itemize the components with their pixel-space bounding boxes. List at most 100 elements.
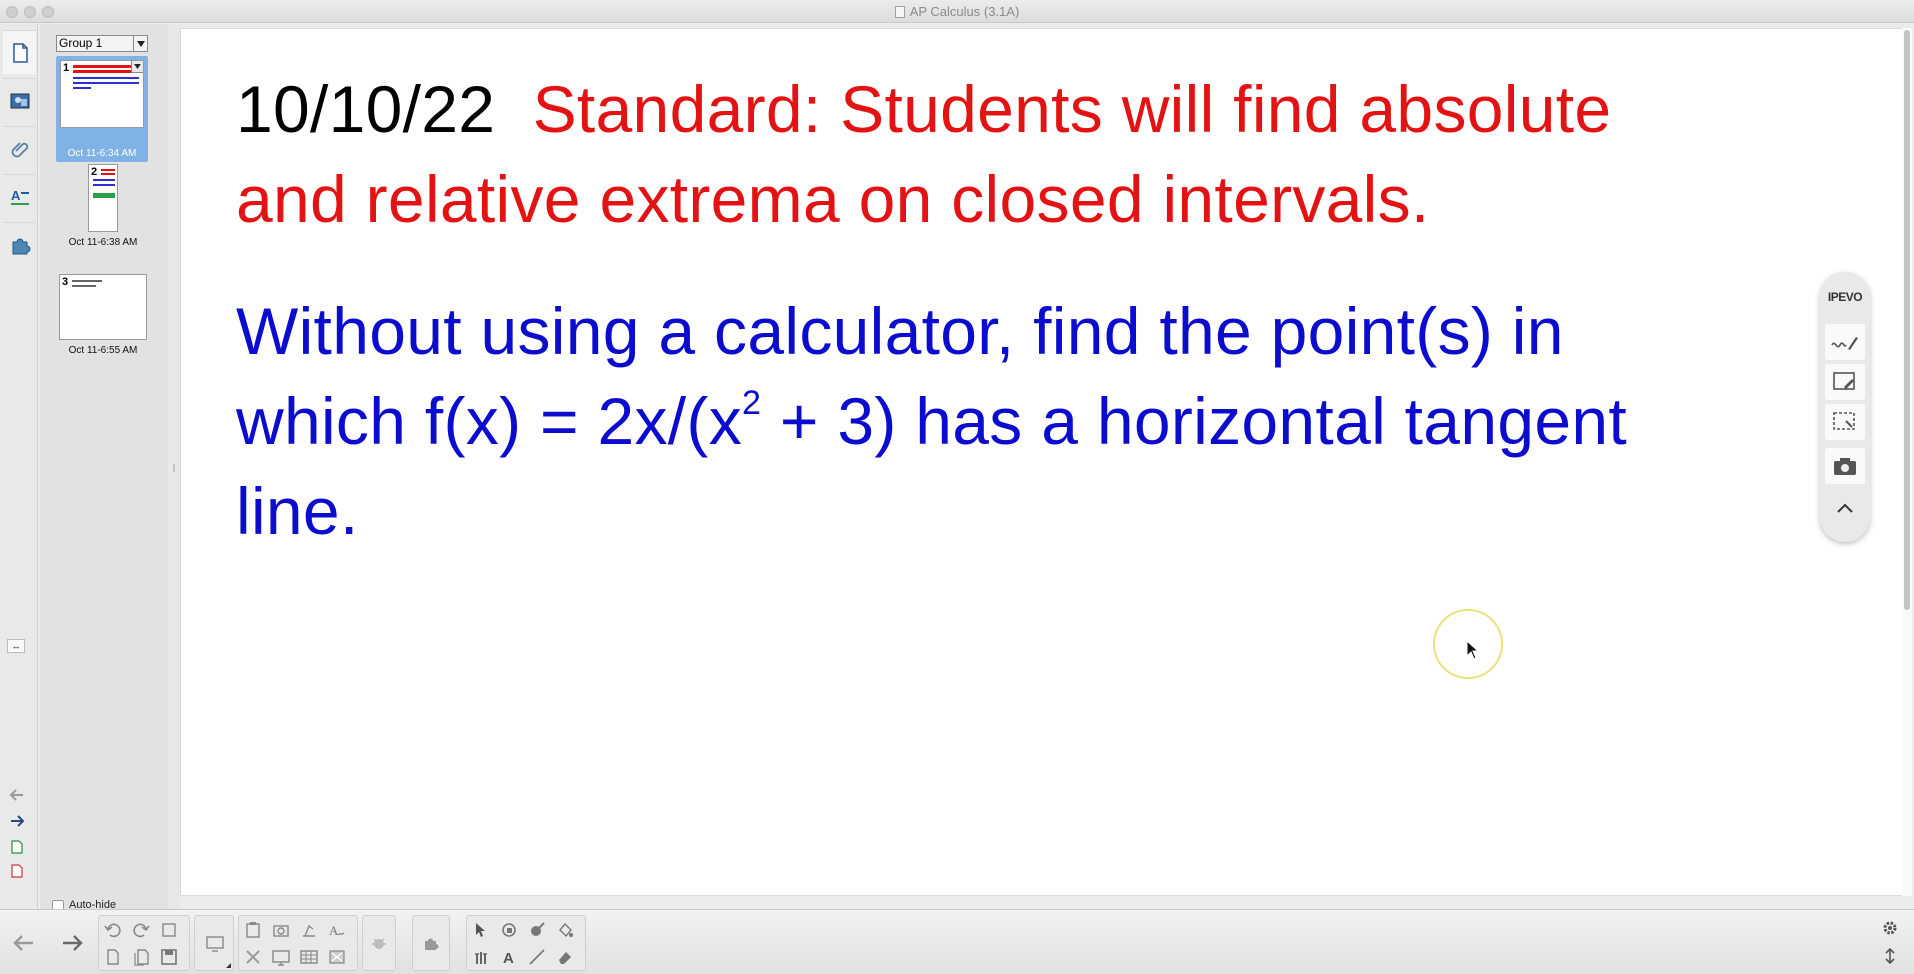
- shapes-icon: [502, 923, 516, 937]
- blank-page-button[interactable]: [101, 945, 125, 969]
- move-toolbar-button[interactable]: [1878, 944, 1902, 968]
- add-page-icon: [11, 840, 23, 854]
- eraser-tool-button[interactable]: [553, 945, 577, 969]
- insert-page-button[interactable]: [7, 838, 27, 856]
- document-camera-icon: [303, 924, 315, 937]
- text-tool-button[interactable]: A: [497, 945, 521, 969]
- svg-text:A: A: [11, 188, 21, 203]
- eraser-icon: [559, 952, 571, 964]
- drawing-tools-group: A: [466, 915, 586, 971]
- delete-x-icon: [246, 950, 260, 964]
- question-text-line2: which f(x) = 2x/(x2 + 3) has a horizonta…: [236, 384, 1627, 458]
- page-thumbnail-2[interactable]: 2: [88, 164, 118, 232]
- line-tool-button[interactable]: [525, 945, 549, 969]
- thumb-green-mark: [93, 193, 115, 198]
- thumb-blue-text: [73, 77, 139, 79]
- paste-button[interactable]: [241, 918, 265, 942]
- attachments-tab[interactable]: [3, 126, 36, 170]
- group-dropdown[interactable]: Group 1: [56, 35, 148, 52]
- pen-tool-button[interactable]: [469, 945, 493, 969]
- page-thumbnail-1[interactable]: 1: [60, 60, 144, 128]
- arrow-right-icon: [63, 935, 83, 951]
- ipevo-capture-button[interactable]: [1825, 404, 1865, 440]
- delete-page-button[interactable]: [7, 862, 27, 880]
- settings-button[interactable]: [1878, 916, 1902, 940]
- ipevo-whiteboard-button[interactable]: [1825, 364, 1865, 400]
- handwriting-button[interactable]: A: [325, 918, 349, 942]
- addon-button[interactable]: [419, 931, 443, 955]
- select-tool-button[interactable]: [469, 918, 493, 942]
- next-page-button[interactable]: [7, 812, 27, 830]
- window-titlebar: AP Calculus (3.1A): [0, 0, 1914, 23]
- notebook-canvas[interactable]: 10/10/22 Standard: Students will find ab…: [180, 28, 1904, 896]
- slide-date: 10/10/22: [236, 72, 496, 146]
- duplicate-page-icon: [134, 949, 149, 966]
- magic-pen-button[interactable]: [525, 918, 549, 942]
- dropdown-arrow-icon: [134, 64, 141, 69]
- magic-pen-icon: [531, 922, 545, 936]
- table-icon: [300, 950, 318, 964]
- scrollbar-thumb[interactable]: [1904, 30, 1910, 610]
- arrow-left-icon: [13, 935, 33, 951]
- question-text-line3: line.: [236, 474, 359, 548]
- dual-page-icon: [329, 950, 345, 964]
- arrow-right-icon: [11, 815, 25, 827]
- thumbnail-menu-button[interactable]: [131, 61, 143, 73]
- addon-group: [412, 915, 450, 971]
- bottom-toolbar: A A: [0, 909, 1914, 974]
- undo-button[interactable]: [101, 918, 125, 942]
- puzzle-icon: [12, 238, 30, 254]
- svg-text:A: A: [329, 923, 339, 938]
- ipevo-annotate-button[interactable]: [1825, 324, 1865, 360]
- insert-table-button[interactable]: [297, 945, 321, 969]
- ipevo-collapse-button[interactable]: [1825, 490, 1865, 526]
- previous-page-button[interactable]: [7, 786, 27, 804]
- canvas-scrollbar[interactable]: [1902, 28, 1912, 896]
- page-sorter-tab[interactable]: [3, 30, 36, 74]
- thumb-blue-text: [73, 82, 139, 84]
- collapse-sidebar-button[interactable]: ↔: [7, 639, 25, 653]
- dual-page-button[interactable]: [325, 945, 349, 969]
- splitter-grip: [173, 464, 175, 472]
- paste-icon: [246, 922, 260, 938]
- redo-button[interactable]: [129, 918, 153, 942]
- screen-capture-button[interactable]: [269, 918, 293, 942]
- paperclip-icon: [11, 141, 28, 157]
- properties-tab[interactable]: A: [3, 174, 36, 218]
- capture-area-icon: [1833, 412, 1855, 430]
- full-screen-button[interactable]: [269, 945, 293, 969]
- undo-icon: [104, 923, 121, 938]
- delete-button[interactable]: [241, 945, 265, 969]
- whiteboard-pen-icon: [1833, 372, 1855, 390]
- page-sorter-icon: [12, 42, 28, 63]
- page-label: Oct 11-6:34 AM: [67, 148, 137, 159]
- page-sorter-panel: Group 1 1 Oct 11-6:34 AM 2 Oct 11-6:38 A…: [40, 24, 168, 912]
- puzzle-icon: [425, 938, 439, 950]
- thumb-dark-text: [72, 280, 102, 282]
- clear-page-icon: [162, 923, 176, 937]
- shapes-tool-button[interactable]: [497, 918, 521, 942]
- paint-bucket-icon: [559, 922, 573, 938]
- svg-text:A: A: [503, 950, 514, 966]
- side-tab-bar: A ↔: [0, 24, 38, 909]
- toolbar-previous-page-button[interactable]: [2, 915, 46, 971]
- addons-tab[interactable]: [3, 222, 36, 266]
- page-thumbnail-3[interactable]: 3: [59, 274, 147, 340]
- pen-icon: [475, 952, 487, 964]
- ipevo-camera-button[interactable]: [1825, 448, 1865, 484]
- responder-button[interactable]: [367, 931, 391, 955]
- document-camera-button[interactable]: [297, 918, 321, 942]
- thumb-blue-text: [93, 184, 115, 186]
- gallery-tab[interactable]: [3, 78, 36, 122]
- fill-tool-button[interactable]: [553, 918, 577, 942]
- thumb-red-text: [101, 169, 115, 171]
- text-icon: A: [503, 950, 514, 966]
- page-thumbnail-selected[interactable]: 1 Oct 11-6:34 AM: [56, 56, 148, 162]
- save-button[interactable]: [157, 945, 181, 969]
- standard-text-line2: and relative extrema on closed intervals…: [236, 162, 1430, 236]
- toolbar-next-page-button[interactable]: [50, 915, 94, 971]
- screen-shade-button[interactable]: [203, 931, 227, 955]
- sidebar-splitter[interactable]: [168, 24, 180, 909]
- duplicate-page-button[interactable]: [129, 945, 153, 969]
- clear-page-button[interactable]: [157, 918, 181, 942]
